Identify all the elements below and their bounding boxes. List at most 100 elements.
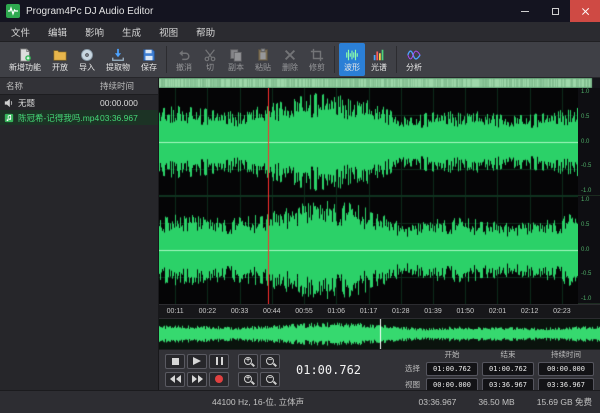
maximize-icon: [552, 8, 559, 15]
menu-file[interactable]: 文件: [2, 22, 39, 41]
toolbar-separator: [334, 46, 335, 73]
zoom-in-vertical-button[interactable]: [238, 372, 258, 387]
zoom-out-vertical-button[interactable]: [260, 372, 280, 387]
play-button[interactable]: [187, 354, 207, 369]
copy-button[interactable]: 副本: [223, 43, 249, 76]
ruler-label: 01:17: [352, 305, 384, 318]
titlebar: Program4Pc DJ Audio Editor: [0, 0, 600, 22]
fast-forward-icon: [191, 375, 203, 383]
toolbar: 新增功能 开放 导入 提取物 保存 撤消 切 副本: [0, 42, 600, 78]
status-bar: 44100 Hz, 16-位, 立体声 03:36.967 36.50 MB 1…: [0, 390, 600, 413]
selection-end-field[interactable]: 01:00.762: [482, 362, 534, 376]
editor-area: 1.0 0.5 0.0 -0.5 -1.0 1.0 0.5 0.0 -0.5 -…: [159, 78, 600, 390]
ruler-label: 01:39: [417, 305, 449, 318]
close-icon: [581, 7, 590, 16]
spectrum-icon: [372, 48, 386, 62]
total-duration-status: 03:36.967: [419, 397, 457, 407]
selection-view-fields: 开始 结束 持续时间 选择 01:00.762 01:00.762 00:00.…: [398, 349, 594, 392]
stop-button[interactable]: [165, 354, 185, 369]
record-button[interactable]: [209, 372, 229, 387]
menu-effects[interactable]: 影响: [76, 22, 113, 41]
file-list-item[interactable]: 无题 00:00.000: [0, 95, 158, 110]
file-list-header: 名称 持续时间: [0, 78, 158, 95]
save-button[interactable]: 保存: [136, 43, 162, 76]
paste-button[interactable]: 粘贴: [250, 43, 276, 76]
maximize-button[interactable]: [540, 0, 570, 22]
waveform-display: 1.0 0.5 0.0 -0.5 -1.0 1.0 0.5 0.0 -0.5 -…: [159, 88, 600, 304]
selection-start-field[interactable]: 01:00.762: [426, 362, 478, 376]
ruler-label: 00:11: [159, 305, 191, 318]
selection-row-label: 选择: [398, 363, 422, 374]
cut-button[interactable]: 切: [198, 43, 222, 76]
cut-icon: [203, 48, 217, 62]
app-icon: [6, 4, 20, 18]
open-icon: [53, 48, 67, 62]
import-icon: [80, 48, 94, 62]
menu-help[interactable]: 帮助: [187, 22, 224, 41]
analyze-icon: [407, 48, 421, 62]
file-size-status: 36.50 MB: [478, 397, 514, 407]
toolbar-separator: [166, 46, 167, 73]
menu-edit[interactable]: 编辑: [39, 22, 76, 41]
delete-button[interactable]: 删除: [277, 43, 303, 76]
amplitude-scale: 1.0 0.5 0.0 -0.5 -1.0 1.0 0.5 0.0 -0.5 -…: [578, 88, 600, 304]
speaker-icon: [4, 98, 14, 108]
zoom-out-button[interactable]: [260, 354, 280, 369]
extract-button[interactable]: 提取物: [101, 43, 135, 76]
minimize-button[interactable]: [510, 0, 540, 22]
rewind-button[interactable]: [165, 372, 185, 387]
ruler-label: 02:12: [514, 305, 546, 318]
ruler-label: 00:44: [256, 305, 288, 318]
audio-format-status: 44100 Hz, 16-位, 立体声: [212, 396, 304, 408]
current-time-display: 01:00.762: [296, 363, 361, 377]
transport-panel: 01:00.762 开始 结束 持续时间 选择 01:00.762 01:00.…: [159, 349, 600, 390]
waveform-canvas[interactable]: [159, 88, 578, 304]
music-file-icon: [4, 113, 14, 123]
toolbar-separator: [396, 46, 397, 73]
copy-icon: [229, 48, 243, 62]
ruler-label: 01:06: [320, 305, 352, 318]
selection-duration-field[interactable]: 00:00.000: [538, 362, 594, 376]
open-button[interactable]: 开放: [47, 43, 73, 76]
minimap-overview[interactable]: [159, 318, 600, 349]
start-column-label: 开始: [426, 349, 478, 360]
duration-column-label: 持续时间: [538, 349, 594, 360]
import-button[interactable]: 导入: [74, 43, 100, 76]
close-button[interactable]: [570, 0, 600, 22]
trim-icon: [310, 48, 324, 62]
app-window: Program4Pc DJ Audio Editor 文件 编辑 影响 生成 视…: [0, 0, 600, 413]
transport-buttons: [165, 354, 280, 387]
waveform-view-button[interactable]: 波形: [339, 43, 365, 76]
new-button[interactable]: 新增功能: [4, 43, 46, 76]
record-icon: [215, 375, 223, 383]
spectrum-view-button[interactable]: 光谱: [366, 43, 392, 76]
waveform-icon: [345, 48, 359, 62]
ruler-label: 00:33: [223, 305, 255, 318]
ruler-label: 00:55: [288, 305, 320, 318]
timeline-ruler: 00:11 00:22 00:33 00:44 00:55 01:06 01:1…: [159, 304, 600, 318]
trim-button[interactable]: 修剪: [304, 43, 330, 76]
duration-column-header: 持续时间: [100, 80, 158, 92]
right-channel-scale: 1.0 0.5 0.0 -0.5 -1.0: [578, 196, 600, 304]
save-icon: [142, 48, 156, 62]
ruler-label: 00:22: [191, 305, 223, 318]
free-space-status: 15.69 GB 免费: [537, 396, 592, 408]
undo-button[interactable]: 撤消: [171, 43, 197, 76]
menubar: 文件 编辑 影响 生成 视图 帮助: [0, 22, 600, 42]
minimize-icon: [521, 11, 529, 12]
zoom-in-vertical-icon: [244, 375, 252, 383]
zoom-in-button[interactable]: [238, 354, 258, 369]
ruler-label: 01:50: [449, 305, 481, 318]
fast-forward-button[interactable]: [187, 372, 207, 387]
analyze-button[interactable]: 分析: [401, 43, 427, 76]
zoom-in-icon: [244, 357, 252, 365]
menu-generate[interactable]: 生成: [113, 22, 150, 41]
zoom-out-vertical-icon: [266, 375, 274, 383]
undo-icon: [177, 48, 191, 62]
file-list-item-selected[interactable]: 陈冠希-记得我吗.mp4 03:36.967: [0, 110, 158, 125]
menu-view[interactable]: 视图: [150, 22, 187, 41]
zoom-out-icon: [266, 357, 274, 365]
loudness-overview-strip[interactable]: [159, 78, 600, 88]
ruler-label: 01:28: [385, 305, 417, 318]
pause-button[interactable]: [209, 354, 229, 369]
